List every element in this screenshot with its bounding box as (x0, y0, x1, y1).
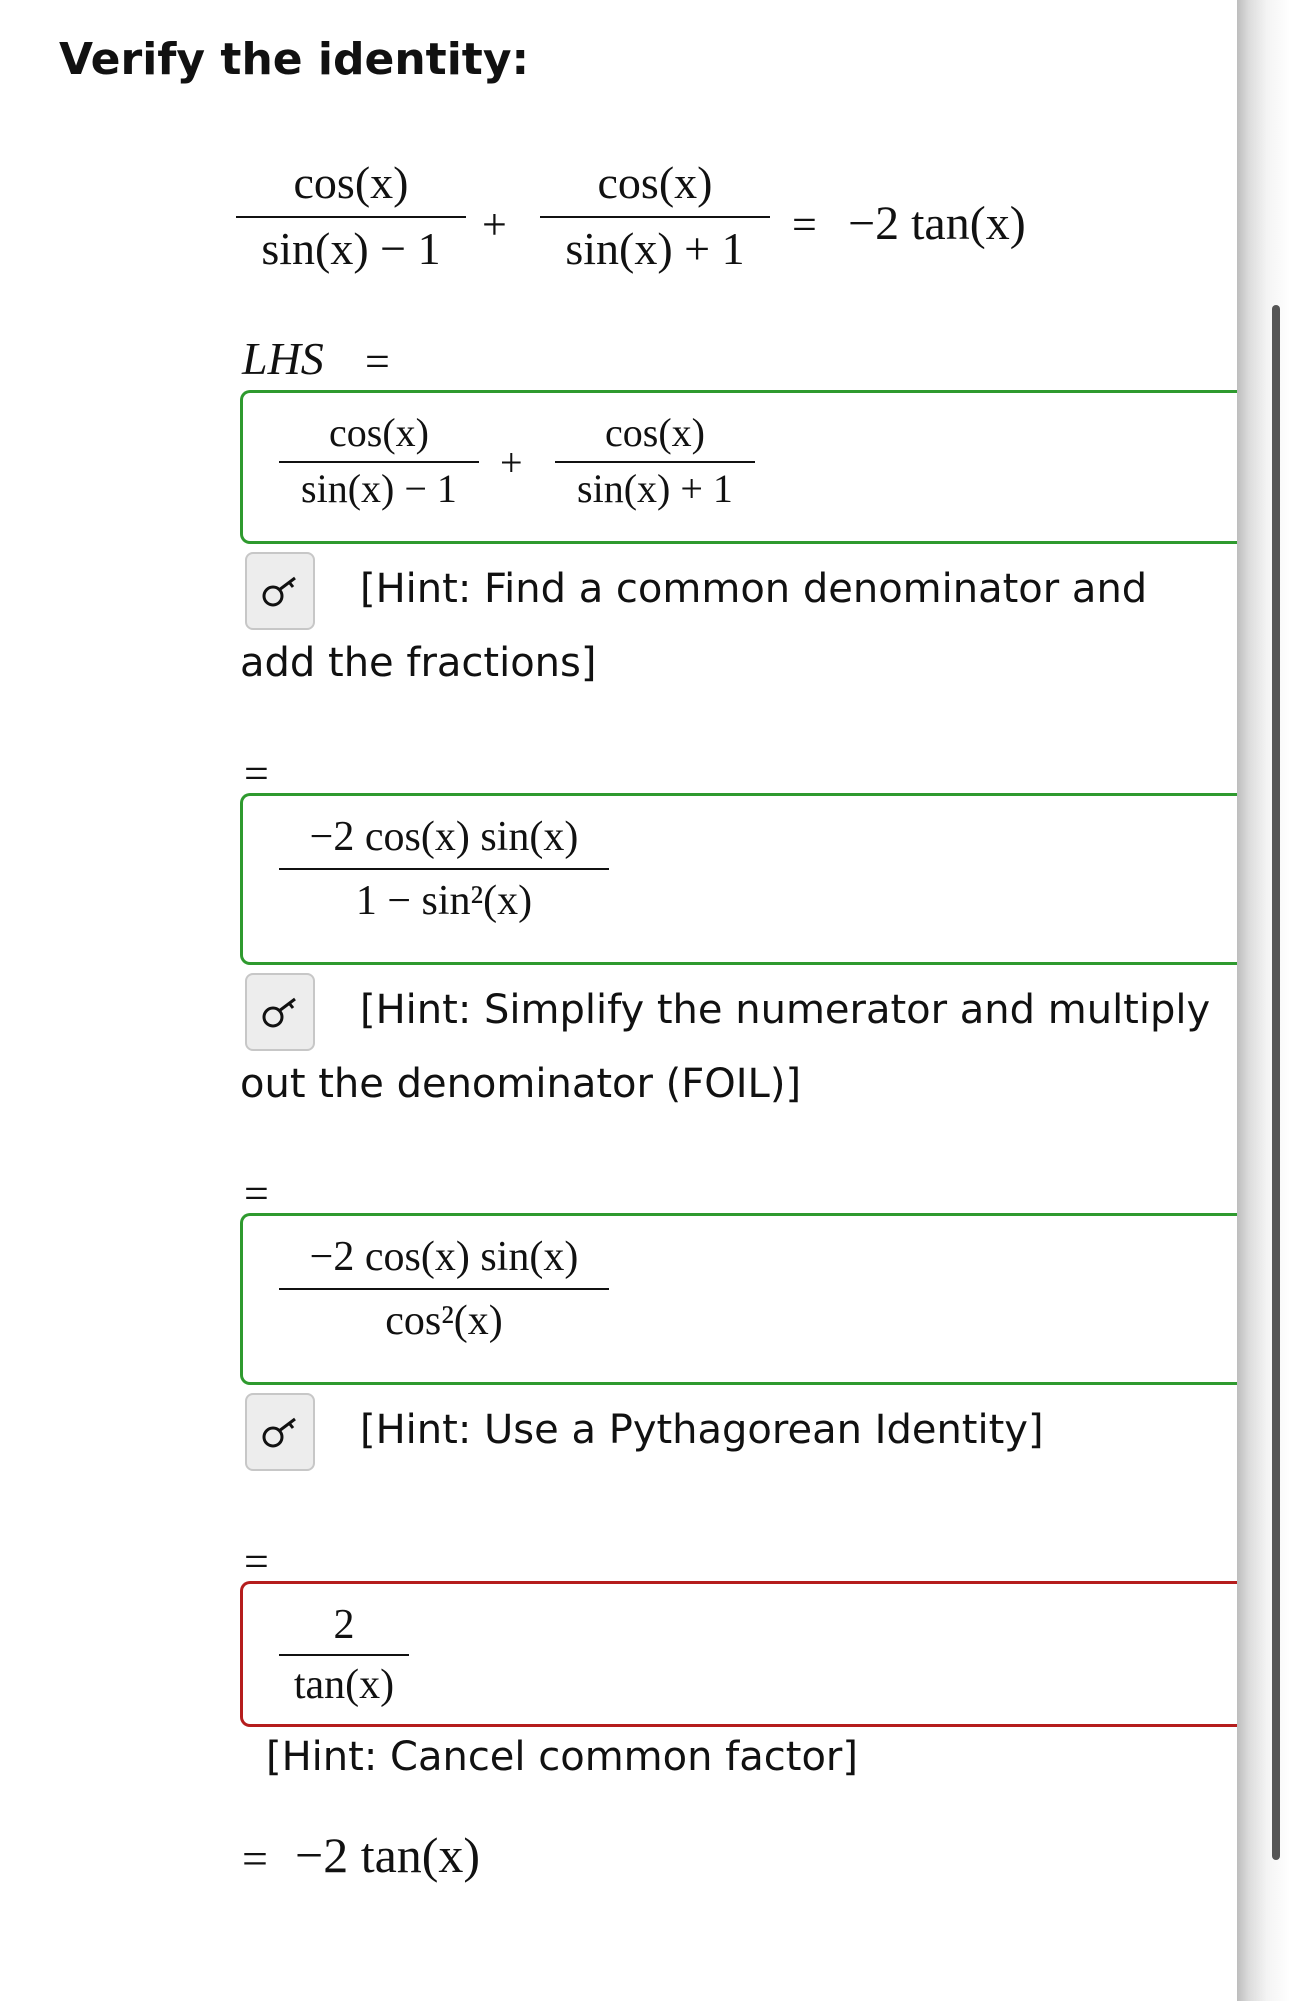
step-1-term2-numerator: cos(x) (605, 410, 705, 455)
fraction-bar (236, 216, 466, 218)
lhs-label: LHS (242, 333, 324, 384)
identity-plus: + (482, 200, 507, 249)
step-2-equals: = (244, 749, 269, 798)
step-2-numerator: −2 cos(x) sin(x) (309, 814, 579, 860)
step-4-answer-box[interactable]: 2 tan(x) (240, 1581, 1240, 1727)
hint-4-text: [Hint: Cancel common factor] (266, 1734, 858, 1780)
step-1-answer-box[interactable]: cos(x) sin(x) − 1 + cos(x) sin(x) + 1 (240, 390, 1240, 544)
fraction-bar (279, 1654, 409, 1656)
identity-term1-denominator: sin(x) − 1 (261, 223, 441, 274)
step-3-answer-box[interactable]: −2 cos(x) sin(x) cos²(x) (240, 1213, 1240, 1385)
lhs-equals: = (365, 337, 390, 386)
identity-term1: cos(x) sin(x) − 1 (236, 160, 466, 272)
fraction-bar (279, 868, 609, 870)
final-value: −2 tan(x) (295, 1827, 481, 1883)
fraction-bar (540, 216, 770, 218)
step-4-equals: = (244, 1537, 269, 1586)
fraction-bar (555, 461, 755, 463)
fraction-bar (279, 1288, 609, 1290)
step-3-denominator: cos²(x) (385, 1298, 503, 1344)
identity-term2-denominator: sin(x) + 1 (565, 223, 745, 274)
step-2-denominator: 1 − sin²(x) (355, 878, 533, 924)
final-equals: = (242, 1833, 268, 1884)
vertical-scrollbar[interactable] (1272, 305, 1280, 1860)
step-4-denominator: tan(x) (293, 1662, 395, 1708)
fraction-bar (279, 461, 479, 463)
identity-term2: cos(x) sin(x) + 1 (540, 160, 770, 272)
step-1-term2-denominator: sin(x) + 1 (577, 466, 733, 511)
step-1-term1-denominator: sin(x) − 1 (301, 466, 457, 511)
identity-equals: = (792, 200, 817, 249)
step-2-answer-box[interactable]: −2 cos(x) sin(x) 1 − sin²(x) (240, 793, 1240, 965)
hint-2-text: [Hint: Simplify the numerator and multip… (240, 987, 1211, 1107)
step-1-term1: cos(x) sin(x) − 1 (279, 413, 479, 509)
identity-rhs: −2 tan(x) (848, 197, 1026, 250)
step-1-plus: + (500, 440, 523, 485)
step-2-fraction: −2 cos(x) sin(x) 1 − sin²(x) (279, 816, 609, 922)
hint-3-text: [Hint: Use a Pythagorean Identity] (360, 1407, 1044, 1453)
step-4-fraction: 2 tan(x) (279, 1604, 409, 1706)
step-4-numerator: 2 (333, 1602, 355, 1648)
step-1-term2: cos(x) sin(x) + 1 (555, 413, 755, 509)
page-title: Verify the identity: (59, 34, 530, 85)
identity-term1-numerator: cos(x) (293, 157, 409, 208)
step-3-numerator: −2 cos(x) sin(x) (309, 1234, 579, 1280)
step-3-equals: = (244, 1169, 269, 1218)
step-1-term1-numerator: cos(x) (329, 410, 429, 455)
step-3-fraction: −2 cos(x) sin(x) cos²(x) (279, 1236, 609, 1342)
hint-1-text: [Hint: Find a common denominator and add… (240, 566, 1148, 686)
identity-term2-numerator: cos(x) (597, 157, 713, 208)
right-edge-shadow (1237, 0, 1290, 2001)
